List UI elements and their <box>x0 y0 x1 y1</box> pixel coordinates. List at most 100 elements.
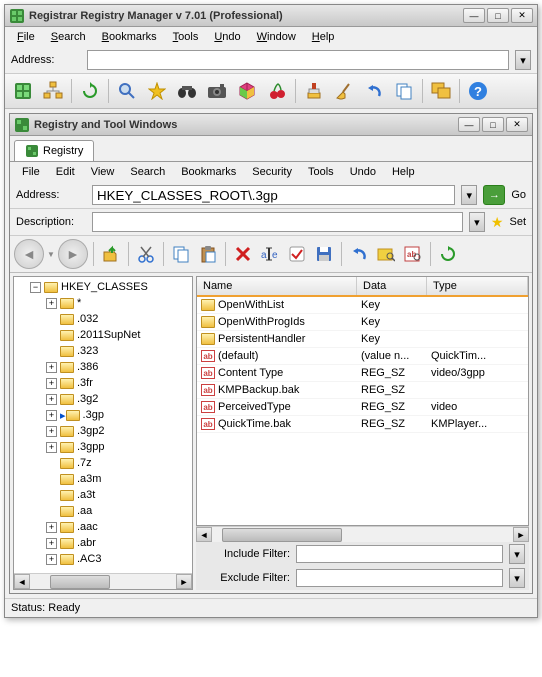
include-filter-dropdown[interactable]: ▾ <box>509 544 525 564</box>
menu-help[interactable]: Help <box>306 29 341 45</box>
cherry-icon[interactable] <box>263 77 291 105</box>
col-name[interactable]: Name <box>197 277 357 295</box>
tree-icon[interactable] <box>9 77 37 105</box>
tab-registry[interactable]: Registry <box>14 140 94 161</box>
help-icon[interactable]: ? <box>464 77 492 105</box>
cube-icon[interactable] <box>233 77 261 105</box>
tree-item[interactable]: +.abr <box>16 535 190 551</box>
camera-icon[interactable] <box>203 77 231 105</box>
undo-icon[interactable] <box>360 77 388 105</box>
expand-icon[interactable]: + <box>46 538 57 549</box>
scroll-thumb[interactable] <box>222 528 342 542</box>
menu-search[interactable]: Search <box>45 29 92 45</box>
expand-icon[interactable]: + <box>46 554 57 565</box>
copy-icon[interactable] <box>169 242 193 266</box>
windows-icon[interactable] <box>427 77 455 105</box>
refresh-icon[interactable] <box>436 242 460 266</box>
inner-menu-tools[interactable]: Tools <box>302 164 340 180</box>
scroll-right-icon[interactable]: ► <box>176 574 192 589</box>
expand-icon[interactable]: + <box>46 394 57 405</box>
tree-pane[interactable]: −HKEY_CLASSES+*.032.2011SupNet.323+.386+… <box>13 276 193 590</box>
tree-item[interactable]: .7z <box>16 455 190 471</box>
menu-window[interactable]: Window <box>251 29 302 45</box>
minimize-button[interactable]: — <box>463 8 485 23</box>
tree-item[interactable]: .323 <box>16 343 190 359</box>
exclude-filter-dropdown[interactable]: ▾ <box>509 568 525 588</box>
find-icon[interactable] <box>374 242 398 266</box>
inner-menu-search[interactable]: Search <box>124 164 171 180</box>
description-dropdown[interactable]: ▾ <box>469 212 485 232</box>
scroll-right-icon[interactable]: ► <box>513 527 529 542</box>
col-type[interactable]: Type <box>427 277 528 295</box>
list-row[interactable]: PersistentHandlerKey <box>197 331 528 348</box>
star-icon[interactable] <box>143 77 171 105</box>
main-address-dropdown[interactable]: ▾ <box>515 50 531 70</box>
exclude-filter-input[interactable] <box>296 569 503 587</box>
expand-icon[interactable]: + <box>46 378 57 389</box>
inner-menu-edit[interactable]: Edit <box>50 164 81 180</box>
inner-menu-view[interactable]: View <box>85 164 121 180</box>
go-button[interactable]: → <box>483 185 505 205</box>
list-row[interactable]: abPerceivedTypeREG_SZvideo <box>197 399 528 416</box>
back-button[interactable]: ◄ <box>14 239 44 269</box>
menu-undo[interactable]: Undo <box>208 29 246 45</box>
inner-menu-file[interactable]: File <box>16 164 46 180</box>
delete-icon[interactable] <box>231 242 255 266</box>
back-dropdown-icon[interactable]: ▼ <box>47 250 55 259</box>
menu-bookmarks[interactable]: Bookmarks <box>96 29 163 45</box>
tree-item[interactable]: +.AC3 <box>16 551 190 567</box>
inner-menu-bookmarks[interactable]: Bookmarks <box>175 164 242 180</box>
list-row[interactable]: OpenWithProgIdsKey <box>197 314 528 331</box>
tree-item[interactable]: .a3m <box>16 471 190 487</box>
copy-icon[interactable] <box>390 77 418 105</box>
tree-item[interactable]: .a3t <box>16 487 190 503</box>
maximize-button[interactable]: □ <box>487 8 509 23</box>
save-icon[interactable] <box>312 242 336 266</box>
tree-item[interactable]: +.aac <box>16 519 190 535</box>
scroll-left-icon[interactable]: ◄ <box>14 574 30 589</box>
menu-file[interactable]: File <box>11 29 41 45</box>
expand-icon[interactable]: + <box>46 522 57 533</box>
inner-menu-security[interactable]: Security <box>246 164 298 180</box>
expand-icon[interactable]: + <box>46 442 57 453</box>
tree-root[interactable]: −HKEY_CLASSES <box>16 279 190 295</box>
refresh-icon[interactable] <box>76 77 104 105</box>
inner-close-button[interactable]: ✕ <box>506 117 528 132</box>
search-icon[interactable] <box>113 77 141 105</box>
tree-scrollbar[interactable]: ◄ ► <box>14 573 192 589</box>
paste-icon[interactable] <box>196 242 220 266</box>
set-star-icon[interactable]: ★ <box>491 214 504 231</box>
tree-item[interactable]: .aa <box>16 503 190 519</box>
inner-address-input[interactable] <box>92 185 455 205</box>
brush-icon[interactable] <box>300 77 328 105</box>
up-icon[interactable] <box>99 242 123 266</box>
collapse-icon[interactable]: − <box>30 282 41 293</box>
inner-maximize-button[interactable]: □ <box>482 117 504 132</box>
inner-minimize-button[interactable]: — <box>458 117 480 132</box>
values-table[interactable]: Name Data Type OpenWithListKeyOpenWithPr… <box>196 276 529 526</box>
tree-item[interactable]: +▸ .3gp <box>16 407 190 423</box>
main-titlebar[interactable]: Registrar Registry Manager v 7.01 (Profe… <box>5 5 537 27</box>
list-row[interactable]: ab(default)(value n...QuickTim... <box>197 348 528 365</box>
tree-item[interactable]: +.3g2 <box>16 391 190 407</box>
include-filter-input[interactable] <box>296 545 503 563</box>
find-text-icon[interactable]: ab <box>401 242 425 266</box>
expand-icon[interactable]: + <box>46 362 57 373</box>
forward-button[interactable]: ► <box>58 239 88 269</box>
rename-icon[interactable]: ae <box>258 242 282 266</box>
col-data[interactable]: Data <box>357 277 427 295</box>
tree-item[interactable]: +.3gp2 <box>16 423 190 439</box>
scroll-left-icon[interactable]: ◄ <box>196 527 212 542</box>
inner-menu-undo[interactable]: Undo <box>344 164 382 180</box>
binoculars-icon[interactable] <box>173 77 201 105</box>
scroll-thumb[interactable] <box>50 575 110 589</box>
tree-item[interactable]: +* <box>16 295 190 311</box>
check-icon[interactable] <box>285 242 309 266</box>
expand-icon[interactable]: + <box>46 426 57 437</box>
undo-icon[interactable] <box>347 242 371 266</box>
tree-item[interactable]: +.386 <box>16 359 190 375</box>
close-button[interactable]: ✕ <box>511 8 533 23</box>
list-row[interactable]: OpenWithListKey <box>197 297 528 314</box>
list-row[interactable]: abContent TypeREG_SZvideo/3gpp <box>197 365 528 382</box>
main-address-input[interactable] <box>87 50 509 70</box>
